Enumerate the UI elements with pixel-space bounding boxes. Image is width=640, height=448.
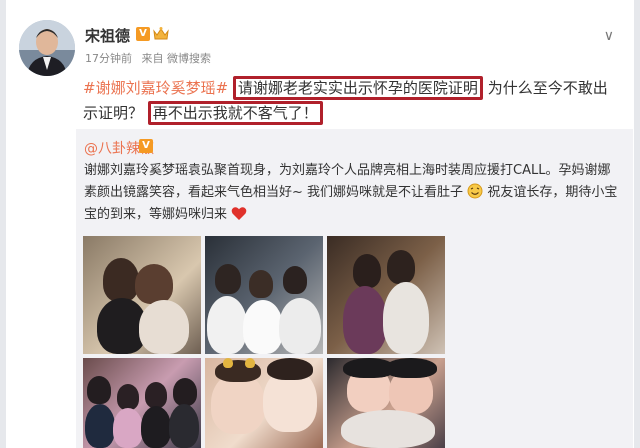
post-photo-3[interactable] (327, 236, 445, 354)
post-photo-4[interactable] (83, 358, 201, 448)
avatar-image (19, 20, 75, 76)
crown-icon (153, 27, 169, 40)
post-username[interactable]: 宋祖德 (85, 25, 130, 46)
avatar[interactable] (19, 20, 75, 76)
hashtag-link[interactable]: #谢娜刘嘉玲奚梦瑶# (83, 79, 228, 97)
window-edge-left (0, 0, 6, 448)
vip-badge: V (136, 27, 150, 41)
smile-face-icon (467, 183, 483, 199)
post-source[interactable]: 来自 微博搜索 (142, 52, 212, 65)
post-photo-6[interactable] (327, 358, 445, 448)
post-photo-2[interactable] (205, 236, 323, 354)
post-photo-5[interactable] (205, 358, 323, 448)
post-text: #谢娜刘嘉玲奚梦瑶# 请谢娜老老实实出示怀孕的医院证明 为什么至今不敢出示证明？… (83, 76, 617, 126)
post-meta: 17分钟前 来自 微博搜索 (85, 50, 217, 66)
heart-icon (231, 207, 247, 220)
repost-vip-badge: V (139, 139, 153, 153)
post-photo-1[interactable] (83, 236, 201, 354)
window-edge-right (634, 0, 640, 448)
highlighted-text-1: 请谢娜老老实实出示怀孕的医院证明 (232, 76, 483, 100)
highlighted-text-2: 再不出示我就不客气了！ (147, 101, 323, 125)
post-time[interactable]: 17分钟前 (85, 52, 132, 65)
chevron-down-icon[interactable]: ∨ (604, 28, 614, 44)
repost-text: 谢娜刘嘉玲奚梦瑶袁弘聚首现身，为刘嘉玲个人品牌亮相上海时装周应援打CALL。孕妈… (84, 160, 618, 226)
weibo-post: 宋祖德 V 17分钟前 来自 微博搜索 ∨ #谢娜刘嘉玲奚梦瑶# 请谢娜老老实实… (0, 0, 640, 448)
